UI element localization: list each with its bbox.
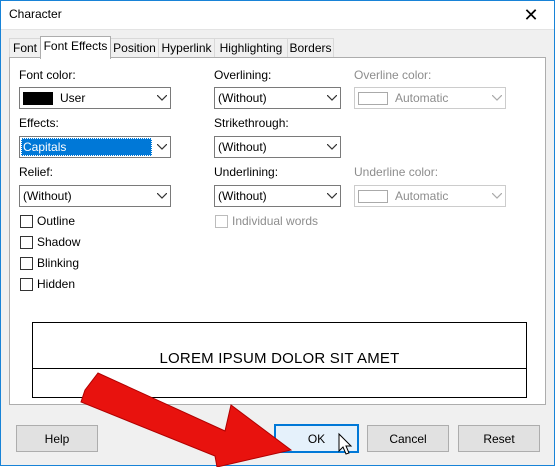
effects-select[interactable]: Capitals <box>19 136 171 158</box>
chevron-down-icon <box>323 88 340 108</box>
relief-value: (Without) <box>23 189 72 203</box>
underlining-select[interactable]: (Without) <box>214 185 341 207</box>
overline-color-value: Automatic <box>395 91 449 105</box>
preview-box: LOREM IPSUM DOLOR SIT AMET <box>32 322 527 398</box>
chevron-down-icon <box>488 186 505 206</box>
font-effects-panel: Font color: User Effects: Capitals Relie… <box>9 57 546 405</box>
font-color-select[interactable]: User <box>19 87 171 109</box>
preview-text: LOREM IPSUM DOLOR SIT AMET <box>157 350 402 367</box>
shadow-checkbox[interactable] <box>20 236 33 249</box>
ok-button[interactable]: OK <box>274 424 359 453</box>
hidden-checkbox[interactable] <box>20 278 33 291</box>
underline-color-select[interactable]: Automatic <box>354 185 506 207</box>
individual-words-label: Individual words <box>232 214 319 228</box>
overline-color-label: Overline color: <box>354 68 432 82</box>
hidden-label: Hidden <box>37 277 76 291</box>
overline-color-swatch <box>358 92 388 105</box>
underline-color-value: Automatic <box>395 189 449 203</box>
tab-font[interactable]: Font <box>9 38 41 58</box>
tab-highlighting[interactable]: Highlighting <box>214 38 288 58</box>
blinking-label: Blinking <box>37 256 80 270</box>
chevron-down-icon <box>153 88 170 108</box>
strikethrough-select[interactable]: (Without) <box>214 136 341 158</box>
close-icon: ✕ <box>523 5 539 25</box>
font-color-swatch <box>23 92 53 105</box>
chevron-down-icon <box>153 186 170 206</box>
chevron-down-icon <box>323 186 340 206</box>
tab-borders[interactable]: Borders <box>287 38 334 58</box>
chevron-down-icon <box>153 137 170 157</box>
preview-baseline <box>33 368 526 369</box>
effects-value: Capitals <box>21 138 152 156</box>
overlining-select[interactable]: (Without) <box>214 87 341 109</box>
close-button[interactable]: ✕ <box>508 1 554 30</box>
outline-label: Outline <box>37 214 76 228</box>
window-title: Character <box>9 7 62 21</box>
underlining-value: (Without) <box>218 189 267 203</box>
underline-color-swatch <box>358 190 388 203</box>
blinking-checkbox[interactable] <box>20 257 33 270</box>
overline-color-select[interactable]: Automatic <box>354 87 506 109</box>
help-button[interactable]: Help <box>16 425 98 452</box>
outline-checkbox[interactable] <box>20 215 33 228</box>
underlining-label: Underlining: <box>214 165 279 179</box>
underline-color-label: Underline color: <box>354 165 439 179</box>
font-color-value: User <box>60 91 86 105</box>
chevron-down-icon <box>488 88 505 108</box>
individual-words-checkbox[interactable] <box>215 215 228 228</box>
title-bar: Character ✕ <box>1 1 554 30</box>
strikethrough-value: (Without) <box>218 140 267 154</box>
cancel-button[interactable]: Cancel <box>367 425 449 452</box>
character-dialog: Character ✕ Font Font Effects Position H… <box>0 0 555 467</box>
relief-select[interactable]: (Without) <box>19 185 171 207</box>
overlining-label: Overlining: <box>214 68 272 82</box>
tab-font-effects[interactable]: Font Effects <box>40 36 111 59</box>
relief-label: Relief: <box>19 165 54 179</box>
tab-position[interactable]: Position <box>110 38 159 58</box>
font-color-label: Font color: <box>19 68 76 82</box>
overlining-value: (Without) <box>218 91 267 105</box>
strikethrough-label: Strikethrough: <box>214 116 289 130</box>
shadow-label: Shadow <box>37 235 81 249</box>
tab-hyperlink[interactable]: Hyperlink <box>158 38 215 58</box>
chevron-down-icon <box>323 137 340 157</box>
effects-label: Effects: <box>19 116 59 130</box>
reset-button[interactable]: Reset <box>458 425 540 452</box>
